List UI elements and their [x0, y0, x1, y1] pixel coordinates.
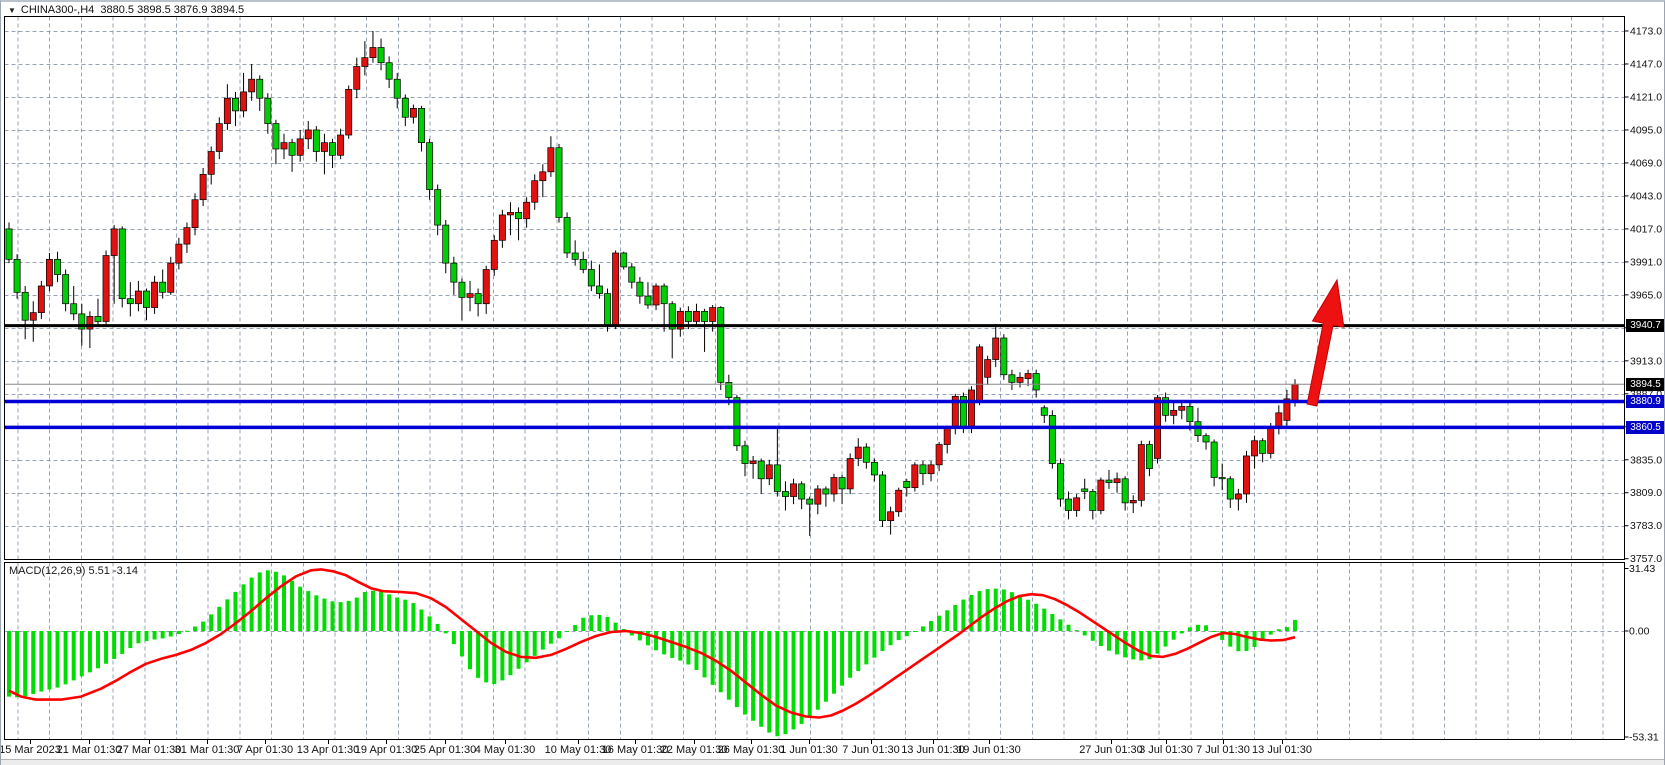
- svg-text:4121.0: 4121.0: [1630, 91, 1662, 103]
- time-axis-label: 31 Mar 01:30: [175, 744, 240, 756]
- time-axis-label: 7 Jun 01:30: [842, 744, 900, 756]
- time-axis-label: 27 Jun 01:30: [1079, 744, 1143, 756]
- macd-main-value: 5.51: [88, 565, 109, 577]
- svg-text:4173.0: 4173.0: [1630, 26, 1662, 38]
- svg-text:4095.0: 4095.0: [1630, 124, 1662, 136]
- svg-text:3783.0: 3783.0: [1630, 520, 1662, 532]
- svg-text:4069.0: 4069.0: [1630, 157, 1662, 169]
- title-ohlc-values: 3880.5 3898.5 3876.9 3894.5: [100, 4, 244, 16]
- time-axis-label: 16 May 01:30: [602, 744, 669, 756]
- time-axis-label: 15 Mar 2023: [0, 744, 61, 756]
- svg-text:3913.0: 3913.0: [1630, 355, 1662, 367]
- svg-text:4147.0: 4147.0: [1630, 58, 1662, 70]
- svg-text:31.43: 31.43: [1629, 563, 1655, 575]
- time-axis-label: 21 Mar 01:30: [57, 744, 122, 756]
- time-axis-label: 3 Jul 01:30: [1139, 744, 1193, 756]
- title-symbol-period: CHINA300-,H4: [21, 4, 94, 16]
- svg-text:3835.0: 3835.0: [1630, 454, 1662, 466]
- svg-text:3809.0: 3809.0: [1630, 487, 1662, 499]
- window-bottom-strip: [1, 759, 1665, 765]
- svg-text:4017.0: 4017.0: [1630, 223, 1662, 235]
- time-axis-label: 13 Jun 01:30: [901, 744, 965, 756]
- time-axis-label: 1 Jun 01:30: [780, 744, 838, 756]
- time-axis-label: 26 May 01:30: [718, 744, 785, 756]
- candlestick-chart[interactable]: 4173.0 4147.0 4121.0 4095.0 4069.0 4043.0 4017…: [1, 2, 1665, 759]
- macd-name: MACD(12,26,9): [9, 565, 85, 577]
- svg-text:4043.0: 4043.0: [1630, 190, 1662, 202]
- time-axis-label: 19 Jun 01:30: [957, 744, 1021, 756]
- macd-signal-value: -3.14: [113, 565, 138, 577]
- time-axis-label: 7 Apr 01:30: [237, 744, 293, 756]
- symbol-dropdown-icon[interactable]: ▼: [8, 6, 16, 15]
- grid-layer: [5, 17, 1625, 740]
- time-axis-label: 13 Jul 01:30: [1252, 744, 1312, 756]
- svg-text:3991.0: 3991.0: [1630, 256, 1662, 268]
- svg-text:3965.0: 3965.0: [1630, 289, 1662, 301]
- time-axis-label: 27 Mar 01:30: [117, 744, 182, 756]
- chart-window: 4173.0 4147.0 4121.0 4095.0 4069.0 4043.0 4017…: [0, 0, 1665, 765]
- price-badge-support-upper: 3880.9: [1626, 395, 1665, 408]
- macd-indicator-label: MACD(12,26,9) 5.51 -3.14: [9, 565, 138, 577]
- price-badge-support-lower: 3860.5: [1626, 421, 1665, 434]
- chart-title: ▼ CHINA300-,H4 3880.5 3898.5 3876.9 3894.…: [8, 4, 244, 16]
- price-badge-resistance: 3940.7: [1626, 319, 1665, 332]
- time-axis-label: 4 May 01:30: [475, 744, 536, 756]
- svg-text:-53.31: -53.31: [1629, 732, 1659, 744]
- up-arrow-annotation[interactable]: [1307, 280, 1344, 406]
- price-badge-current: 3894.5: [1626, 378, 1665, 391]
- svg-text:0.00: 0.00: [1629, 626, 1650, 638]
- time-axis-label: 13 Apr 01:30: [297, 744, 359, 756]
- time-axis-label: 7 Jul 01:30: [1196, 744, 1250, 756]
- time-axis-label: 19 Apr 01:30: [355, 744, 417, 756]
- time-axis-label: 25 Apr 01:30: [414, 744, 476, 756]
